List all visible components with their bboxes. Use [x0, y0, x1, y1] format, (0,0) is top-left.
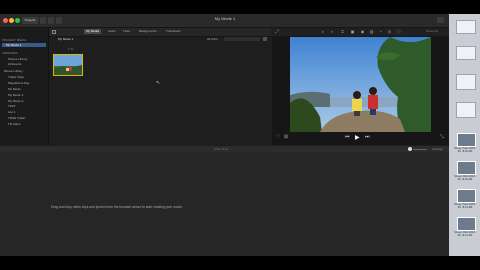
screenshot-label: Screen Shot 2018-05...8.40 AM: [454, 147, 476, 153]
window-title: My Movie 1: [214, 16, 236, 21]
bottom-bar: [0, 256, 480, 270]
screenshot-thumbnail[interactable]: [457, 189, 476, 203]
sidebar-item-photos[interactable]: Photos Library: [8, 57, 27, 61]
noise-reduction-icon[interactable]: ▤: [369, 29, 374, 34]
maximize-button[interactable]: [15, 18, 20, 23]
sidebar-item-project[interactable]: My Movie 1: [2, 43, 46, 47]
close-button[interactable]: [3, 18, 8, 23]
sidebar-item-event[interactable]: My Movie 1: [8, 93, 23, 97]
sidebar-item-event[interactable]: My Movie 2: [8, 99, 23, 103]
tab-my-media[interactable]: My Media: [84, 29, 102, 34]
sidebar-heading-project: PROJECT MEDIA: [2, 38, 27, 42]
browser-event-title: My Movie 1: [58, 37, 74, 41]
menu-bar: [0, 0, 480, 14]
tab-backgrounds[interactable]: Backgrounds: [137, 29, 159, 34]
search-field[interactable]: [224, 37, 260, 41]
favorite-icon[interactable]: ♡: [276, 134, 280, 140]
skip-forward-icon[interactable]: ⏭: [365, 134, 370, 140]
timeline-area: [0, 146, 449, 257]
mouse-cursor-icon: ↖: [156, 80, 161, 86]
projects-button[interactable]: Projects: [22, 17, 38, 24]
sidebar-heading-libraries: LIBRARIES: [2, 51, 18, 55]
skip-back-icon[interactable]: ⏮: [345, 134, 350, 140]
dock-document-icon[interactable]: [456, 74, 476, 90]
dock-folder-icon[interactable]: [456, 20, 476, 34]
volume-icon[interactable]: ◉: [360, 29, 365, 34]
preview-frame-image: [290, 37, 431, 132]
share-button[interactable]: [437, 17, 444, 23]
info-icon[interactable]: ⓘ: [396, 29, 401, 34]
clip-thumbnail-image: [54, 55, 82, 75]
video-preview: [290, 37, 431, 132]
screenshot-thumbnail[interactable]: [457, 133, 476, 147]
timecode-label: 0:00 / 0:14: [214, 147, 229, 151]
color-balance-icon[interactable]: ◑: [320, 29, 325, 34]
screenshot-label: Screen Shot 2018-05...8.41 AM: [454, 231, 476, 237]
import-button[interactable]: [40, 17, 46, 24]
zoom-slider[interactable]: [413, 149, 427, 150]
play-button[interactable]: ▶: [355, 134, 360, 141]
sidebar-toggle-icon[interactable]: [52, 30, 56, 34]
screenshot-label: Screen Shot 2018-05...8.40 AM: [454, 175, 476, 181]
reset-all-button[interactable]: Reset All: [426, 29, 438, 33]
sidebar-item-event[interactable]: My Movie: [8, 87, 21, 91]
tab-transitions[interactable]: Transitions: [164, 29, 183, 34]
color-correction-icon[interactable]: ◐: [330, 29, 335, 34]
minimize-button[interactable]: [9, 18, 14, 23]
sidebar-item-event[interactable]: TR Video: [8, 122, 20, 126]
sidebar-item-event[interactable]: TRUE Trailer: [8, 116, 25, 120]
sidebar-item-event[interactable]: TEST: [8, 104, 16, 108]
sidebar-item-event[interactable]: Magnificent Day: [8, 81, 30, 85]
tab-titles[interactable]: Titles: [121, 29, 132, 34]
media-clip-thumbnail[interactable]: [53, 54, 83, 76]
screenshot-thumbnail[interactable]: [457, 161, 476, 175]
clip-filter-icon[interactable]: ◎: [387, 29, 392, 34]
expand-icon[interactable]: ⤡: [440, 134, 444, 140]
toolbar-button-2[interactable]: [48, 17, 54, 24]
stabilization-icon[interactable]: ▣: [350, 29, 355, 34]
tab-audio[interactable]: Audio: [106, 29, 118, 34]
dock-document-icon[interactable]: [456, 46, 476, 60]
timeline-drop-hint: Drag and drop video clips and photos fro…: [51, 205, 183, 209]
view-options-icon[interactable]: [263, 37, 267, 41]
reject-icon[interactable]: ⊠: [284, 134, 288, 140]
settings-button[interactable]: Settings: [432, 147, 443, 151]
browser-tab-bar: [49, 28, 271, 37]
speed-icon[interactable]: ◔: [378, 29, 383, 34]
clip-filter-dropdown[interactable]: All Clips: [207, 37, 218, 41]
screenshot-label: Screen Shot 2018-05...8.41 AM: [454, 203, 476, 209]
screenshot-thumbnail[interactable]: [457, 217, 476, 231]
audio-waveform-toggle[interactable]: [408, 147, 412, 151]
sidebar-item-event[interactable]: Trailer Clips: [8, 75, 24, 79]
dock-document-icon[interactable]: [456, 102, 476, 118]
crop-icon[interactable]: ⌗: [340, 29, 345, 34]
sidebar-item-event[interactable]: test 1: [8, 110, 15, 114]
toolbar-button-3[interactable]: [56, 17, 62, 24]
sidebar-item-events[interactable]: All Events: [8, 62, 21, 66]
clip-info-label: 1.7s: [68, 47, 74, 51]
sidebar-item-library[interactable]: iMovie Library: [4, 69, 23, 73]
media-browser: [49, 28, 271, 145]
fullscreen-icon[interactable]: ⤢: [275, 29, 279, 35]
